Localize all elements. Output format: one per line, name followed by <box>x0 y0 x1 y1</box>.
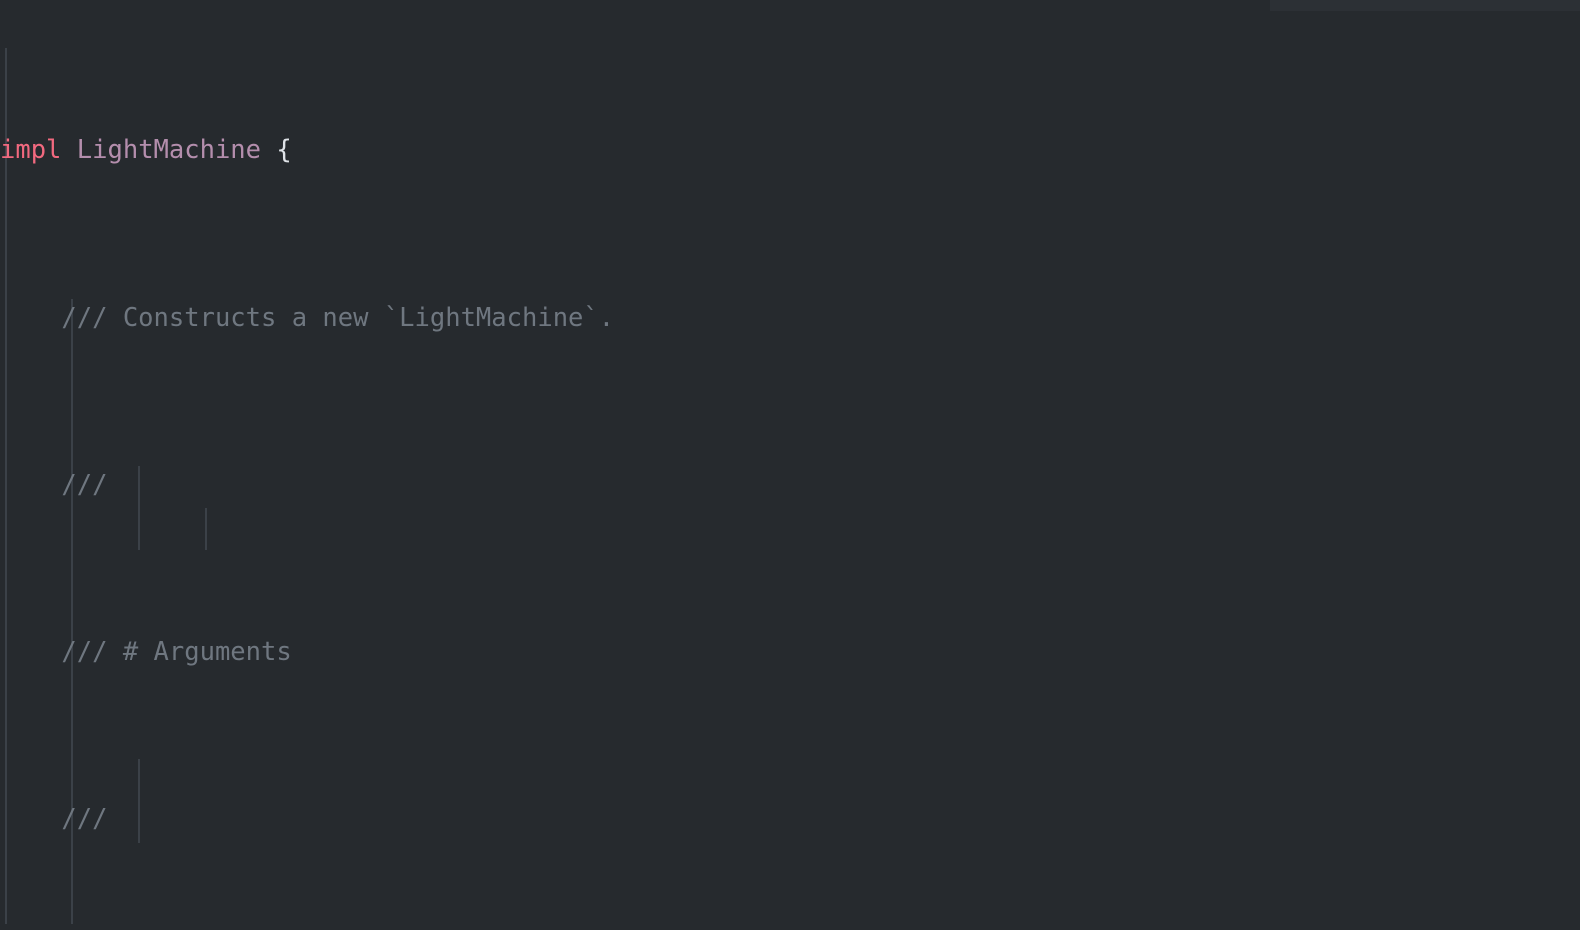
doc-comment-blank-1: /// <box>61 469 108 500</box>
doc-comment-blank-2: /// <box>61 804 108 835</box>
doc-comment-constructs: /// Constructs a new `LightMachine`. <box>61 302 615 333</box>
code-line-4[interactable]: /// # Arguments <box>0 632 1580 674</box>
doc-comment-arguments: /// # Arguments <box>61 636 292 667</box>
code-line-3[interactable]: /// <box>0 465 1580 507</box>
code-editor-pane[interactable]: impl LightMachine { /// Constructs a new… <box>0 0 1580 930</box>
code-line-2[interactable]: /// Constructs a new `LightMachine`. <box>0 298 1580 340</box>
token-open-brace: { <box>261 135 292 166</box>
token-lightmachine-type: LightMachine <box>76 135 262 166</box>
code-line-1[interactable]: impl LightMachine { <box>0 130 1580 172</box>
code-content[interactable]: impl LightMachine { /// Constructs a new… <box>0 5 1580 930</box>
token-impl-keyword: impl <box>0 135 62 166</box>
code-line-5[interactable]: /// <box>0 799 1580 841</box>
